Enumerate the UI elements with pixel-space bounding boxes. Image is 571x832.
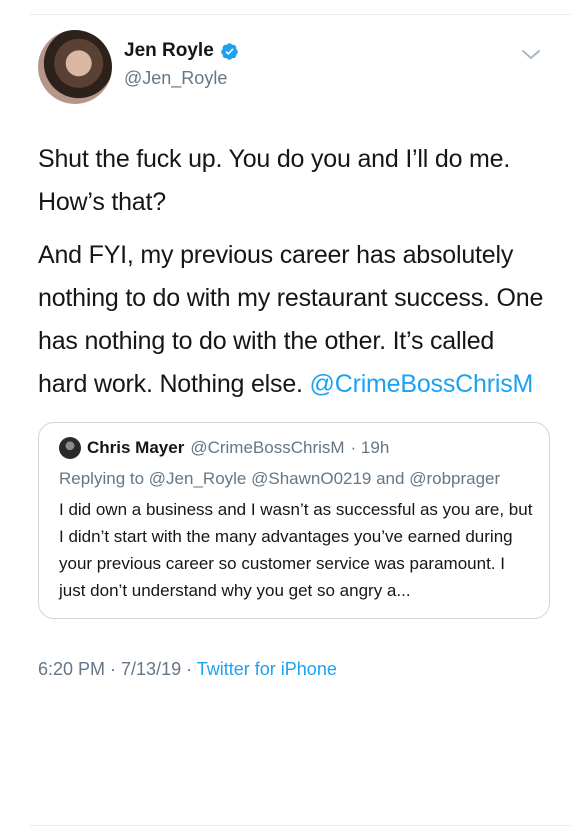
- tweet-text: Shut the fuck up. You do you and I’ll do…: [38, 138, 550, 406]
- bottom-divider: [30, 825, 571, 826]
- quoted-tweet-header: Chris Mayer @CrimeBossChrisM · 19h: [59, 437, 533, 459]
- replying-to-label: Replying to: [59, 469, 145, 488]
- tweet-paragraph: Shut the fuck up. You do you and I’ll do…: [38, 145, 511, 216]
- tweet[interactable]: Jen Royle @Jen_Royle Shut the fuck up. Y…: [38, 30, 550, 680]
- quoted-tweet-age: · 19h: [350, 438, 390, 457]
- mention-link[interactable]: @CrimeBossChrisM: [310, 370, 534, 398]
- tweet-timestamp[interactable]: 6:20 PM · 7/13/19 ·: [38, 659, 192, 679]
- author-handle[interactable]: @Jen_Royle: [124, 68, 227, 89]
- quoted-author-avatar: [59, 437, 81, 459]
- tweet-metadata: 6:20 PM · 7/13/19 · Twitter for iPhone: [38, 659, 550, 680]
- quoted-author-handle: @CrimeBossChrisM: [190, 438, 345, 457]
- tweet-header: Jen Royle @Jen_Royle: [38, 30, 550, 110]
- author-name[interactable]: Jen Royle: [124, 40, 214, 62]
- tweet-paragraph: And FYI, my previous career has absolute…: [38, 234, 550, 406]
- tweet-source-link[interactable]: Twitter for iPhone: [197, 659, 337, 679]
- quoted-tweet-text: I did own a business and I wasn’t as suc…: [59, 500, 533, 600]
- replying-to-users: @Jen_Royle @ShawnO0219 and @robprager: [148, 469, 501, 488]
- chevron-down-icon[interactable]: [520, 48, 542, 62]
- quoted-author-name: Chris Mayer: [87, 438, 185, 457]
- author-avatar[interactable]: [38, 30, 112, 104]
- verified-badge-icon: [220, 42, 238, 60]
- top-divider: [30, 14, 571, 15]
- author-name-row: Jen Royle: [124, 40, 239, 62]
- quoted-tweet[interactable]: Chris Mayer @CrimeBossChrisM · 19h Reply…: [38, 422, 550, 619]
- replying-to: Replying to @Jen_Royle @ShawnO0219 and @…: [59, 465, 533, 492]
